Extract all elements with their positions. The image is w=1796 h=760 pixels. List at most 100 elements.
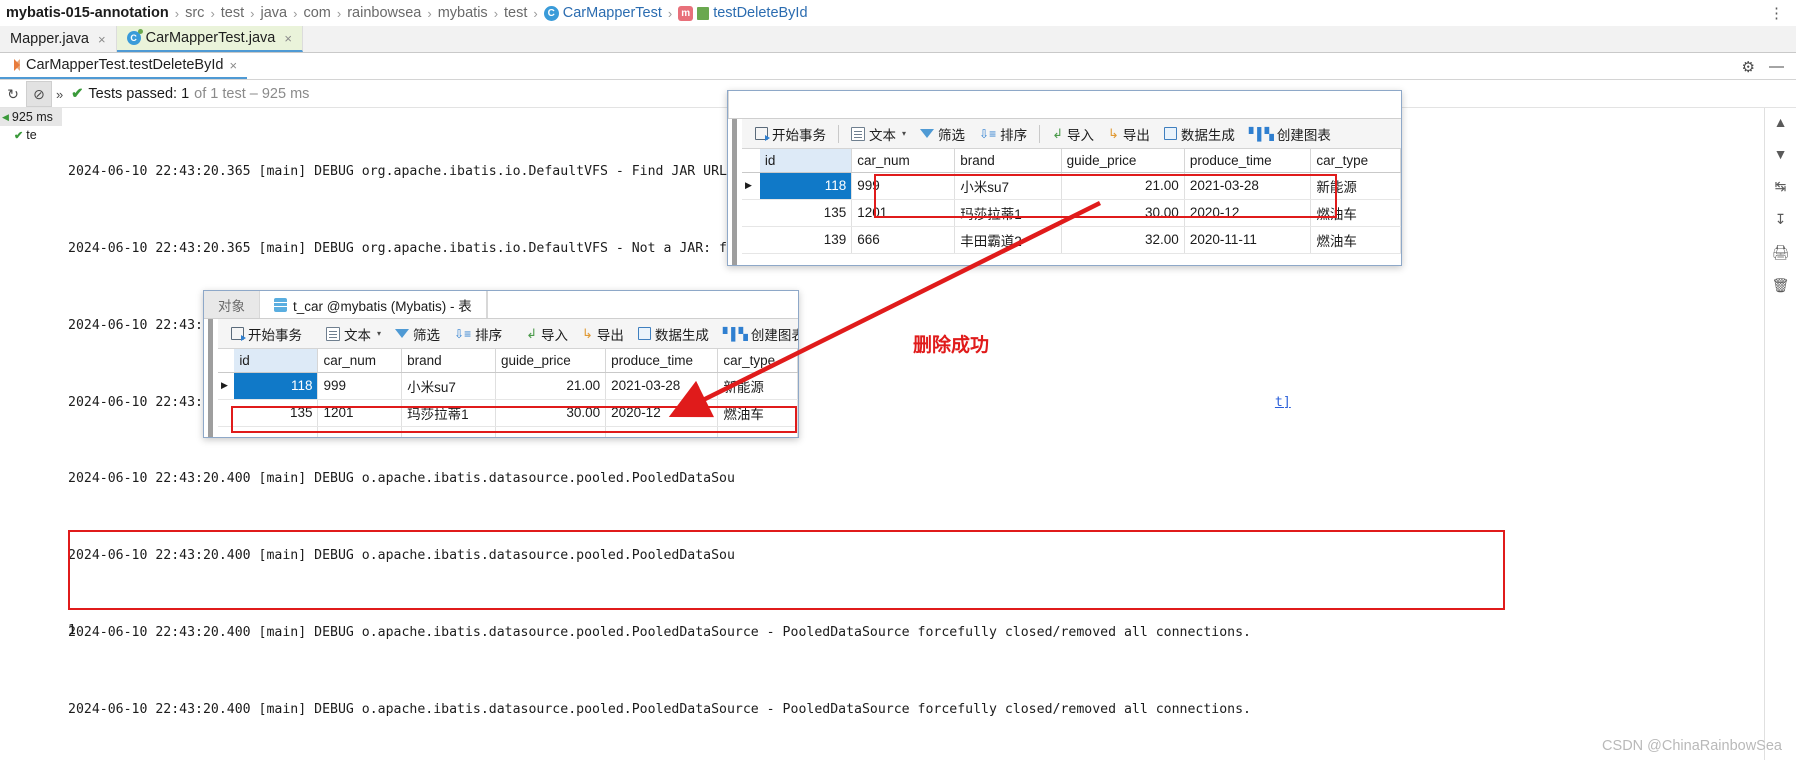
chevron-up-icon[interactable]: ▲ [1774,114,1788,130]
breadcrumb-item-test[interactable]: test [221,5,244,21]
cell-brand[interactable]: 玛莎拉蒂1 [401,399,496,427]
create-chart-button[interactable]: ▘▌▚ 创建图表 [716,321,798,347]
datagrid-panel-bottom[interactable]: 对象 t_car @mybatis (Mybatis) - 表 开始事务 文本 [203,290,799,438]
cell-guide-price[interactable]: 32.00 [1061,226,1185,254]
cell-car-type[interactable]: 燃油车 [717,399,798,427]
scroll-end-icon[interactable]: ↧ [1775,211,1787,228]
column-header-car-num[interactable]: car_num [851,149,956,173]
cell-car-num[interactable]: 999 [851,172,956,200]
column-header-brand[interactable]: brand [401,349,496,373]
stop-button[interactable]: ⊘ [26,81,52,107]
cell-car-type[interactable]: 燃油车 [1310,226,1401,254]
cell-guide-price[interactable]: 21.00 [495,372,607,400]
gear-icon[interactable]: ⚙ [1742,58,1755,76]
cell-id[interactable]: 135 [234,399,319,427]
more-options-icon[interactable]: ⋮ [1769,4,1786,22]
import-button[interactable]: ↲ 导入 [519,321,575,347]
tab-table-t-car[interactable]: t_car @mybatis (Mybatis) - 表 [260,291,487,318]
data-generate-button[interactable]: 数据生成 [631,321,716,347]
cell-id[interactable]: 118 [234,372,319,400]
sort-button[interactable]: ⇩≡ 排序 [447,321,509,347]
breadcrumb-item-java[interactable]: java [261,5,288,21]
filter-button[interactable]: 筛选 [913,121,972,147]
cell-guide-price[interactable]: 21.00 [1061,172,1185,200]
cell-brand[interactable]: 丰田霸道2 [954,226,1062,254]
cell-produce-time[interactable]: 2020-12 [1184,199,1312,227]
text-button[interactable]: 文本 ▾ [319,321,388,347]
table-row-empty[interactable] [218,426,798,437]
wrap-icon[interactable]: ↹ [1775,178,1787,195]
cell-car-num[interactable]: 999 [317,372,403,400]
start-transaction-button[interactable]: 开始事务 [748,121,833,147]
cell-brand[interactable]: 玛莎拉蒂1 [954,199,1062,227]
table-row[interactable]: 135 1201 玛莎拉蒂1 30.00 2020-12 燃油车 [742,199,1401,227]
table-row[interactable]: ▶ 118 999 小米su7 21.00 2021-03-28 新能源 [742,172,1401,200]
column-header-car-type[interactable]: car_type [717,349,798,373]
breadcrumb-item-class[interactable]: C CarMapperTest [543,5,662,21]
tree-row-duration[interactable]: ◀ 925 ms [0,108,62,126]
breadcrumb-item-mybatis[interactable]: mybatis [438,5,488,21]
table-row[interactable]: ▶ 118 999 小米su7 21.00 2021-03-28 新能源 [218,372,798,400]
print-icon[interactable]: 🖨 [1772,244,1790,261]
breadcrumb-item-test2[interactable]: test [504,5,527,21]
panel-scrollbar-top[interactable] [732,119,737,265]
breadcrumb-item-project[interactable]: mybatis-015-annotation [6,5,169,21]
breadcrumb-item-method[interactable]: m testDeleteById [678,5,808,21]
text-button[interactable]: 文本 ▾ [844,121,913,147]
column-header-id[interactable]: id [759,149,853,173]
filter-button[interactable]: 筛选 [388,321,447,347]
datagrid-table-top[interactable]: id car_num brand guide_price produce_tim… [742,149,1401,254]
column-header-guide-price[interactable]: guide_price [495,349,607,373]
datagrid-table-bottom[interactable]: id car_num brand guide_price produce_tim… [218,349,798,437]
chevron-down-icon[interactable]: ▼ [1774,146,1788,162]
cell-brand[interactable]: 小米su7 [401,372,496,400]
cell-id[interactable]: 118 [759,172,853,200]
cell-produce-time[interactable]: 2020-12 [605,399,719,427]
cell-produce-time[interactable]: 2021-03-28 [605,372,719,400]
cell-car-type[interactable]: 新能源 [1310,172,1401,200]
close-icon[interactable]: × [284,31,292,46]
export-button[interactable]: ↳ 导出 [1101,121,1157,147]
start-transaction-button[interactable]: 开始事务 [224,321,309,347]
tab-objects[interactable]: 对象 [204,291,260,318]
trash-icon[interactable]: 🗑 [1772,277,1790,294]
column-header-brand[interactable]: brand [954,149,1062,173]
cell-produce-time[interactable]: 2021-03-28 [1184,172,1312,200]
rerun-button[interactable]: ↻ [0,81,26,107]
breadcrumb-item-com[interactable]: com [303,5,330,21]
cell-car-type[interactable]: 燃油车 [1310,199,1401,227]
data-generate-button[interactable]: 数据生成 [1157,121,1242,147]
cell-brand[interactable]: 小米su7 [954,172,1062,200]
chevron-down-icon[interactable]: ▾ [902,129,906,138]
cell-car-num[interactable]: 1201 [317,399,403,427]
run-tab-testdeletebyid[interactable]: CarMapperTest.testDeleteById × [0,53,248,79]
column-header-car-num[interactable]: car_num [317,349,403,373]
panel-scrollbar-bottom[interactable] [208,319,213,437]
table-row[interactable]: 139 666 丰田霸道2 32.00 2020-11-11 燃油车 [742,226,1401,254]
export-button[interactable]: ↳ 导出 [575,321,631,347]
cell-car-type[interactable]: 新能源 [717,372,798,400]
import-button[interactable]: ↲ 导入 [1045,121,1101,147]
minimize-icon[interactable]: ― [1769,58,1784,76]
table-row[interactable]: 135 1201 玛莎拉蒂1 30.00 2020-12 燃油车 [218,399,798,427]
column-header-car-type[interactable]: car_type [1310,149,1401,173]
cell-id[interactable]: 135 [759,199,853,227]
datagrid-panel-top[interactable]: 开始事务 文本 ▾ 筛选 ⇩≡ 排序 ↲ 导入 ↳ 导出 数据生成 ▘▌▚ 创建… [727,90,1402,266]
cell-car-num[interactable]: 1201 [851,199,956,227]
breadcrumb-item-rainbowsea[interactable]: rainbowsea [347,5,421,21]
cell-guide-price[interactable]: 30.00 [1061,199,1185,227]
expand-icon[interactable]: » [56,87,63,102]
tree-row-test[interactable]: ✔ te [0,126,62,144]
editor-tab-carmappertest[interactable]: C CarMapperTest.java × [116,26,303,52]
close-icon[interactable]: × [229,58,237,73]
chevron-down-icon[interactable]: ▾ [377,329,381,338]
column-header-id[interactable]: id [234,349,319,373]
column-header-produce-time[interactable]: produce_time [1184,149,1312,173]
create-chart-button[interactable]: ▘▌▚ 创建图表 [1242,121,1338,147]
cell-car-num[interactable]: 666 [851,226,956,254]
sort-button[interactable]: ⇩≡ 排序 [972,121,1034,147]
breadcrumb-item-src[interactable]: src [185,5,204,21]
close-icon[interactable]: × [98,32,106,47]
column-header-produce-time[interactable]: produce_time [605,349,719,373]
column-header-guide-price[interactable]: guide_price [1061,149,1185,173]
